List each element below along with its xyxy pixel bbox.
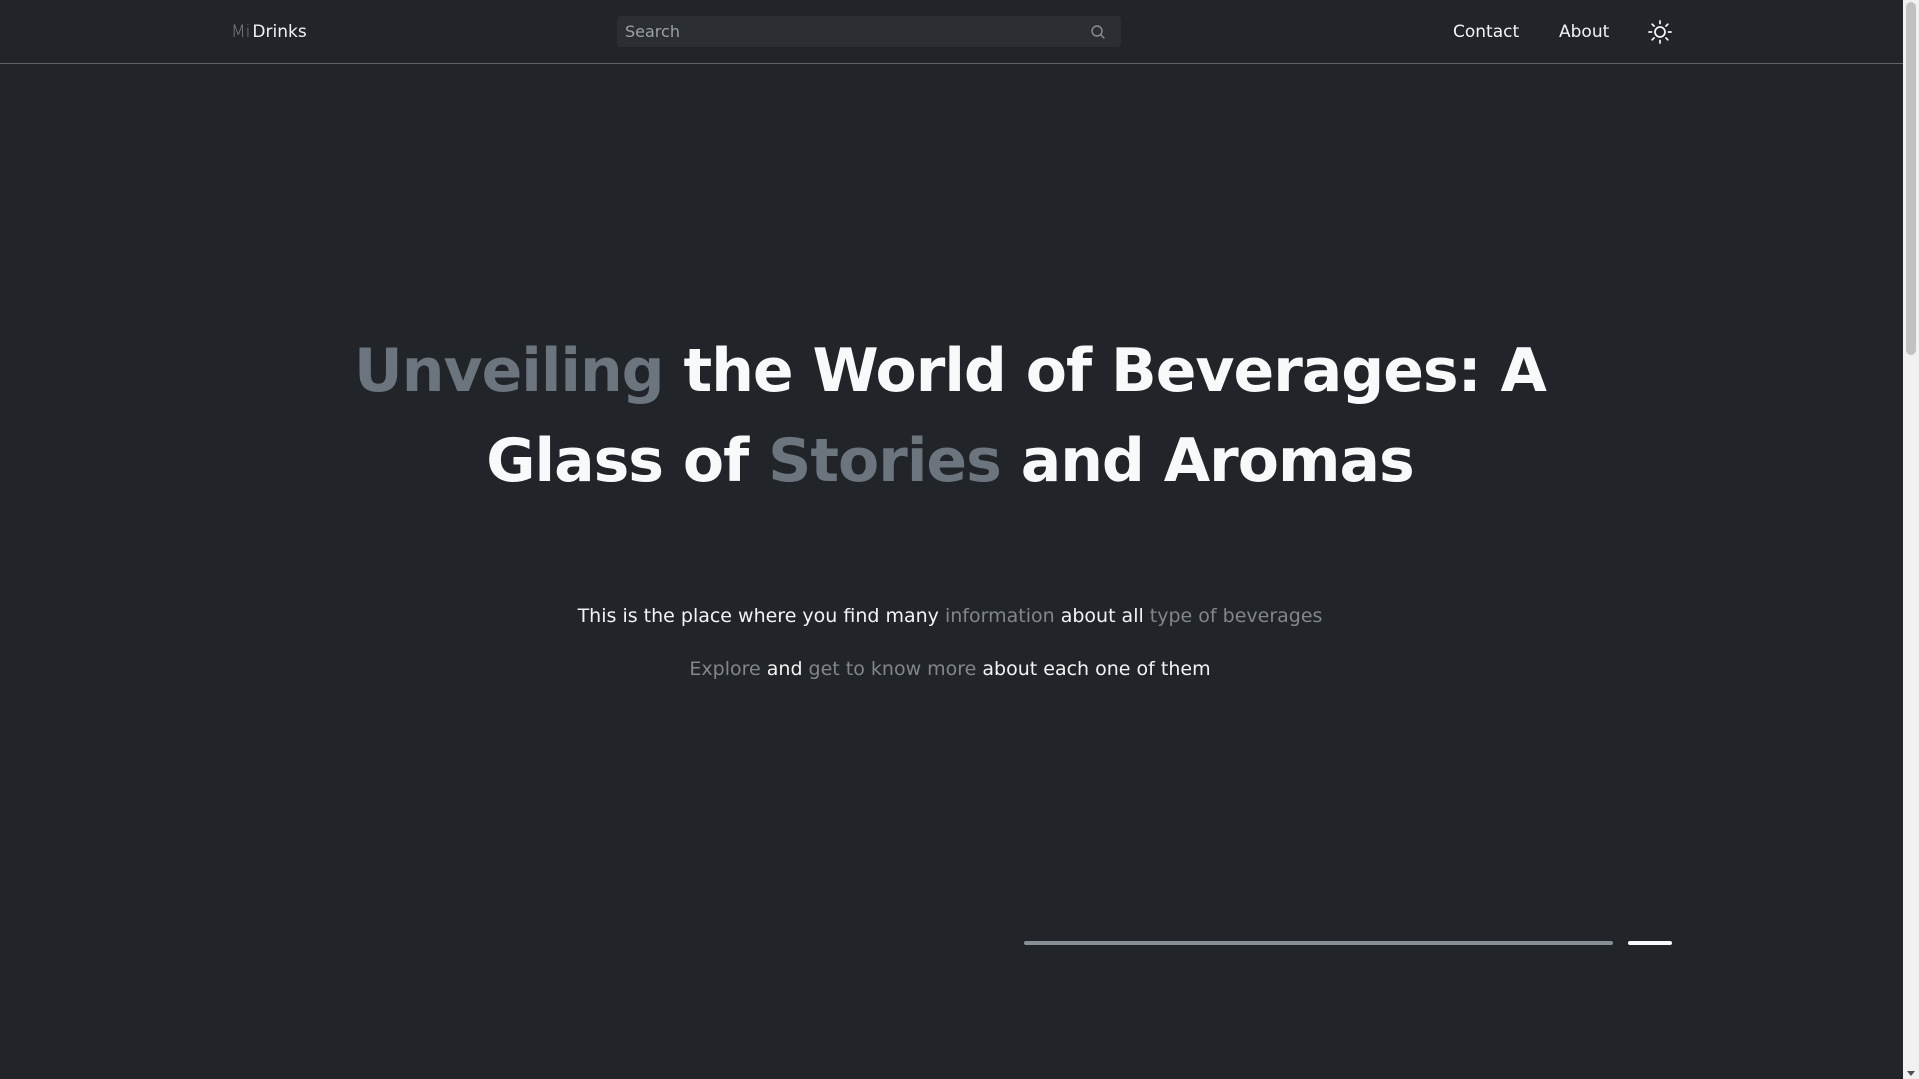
search-bar (617, 16, 1121, 47)
carousel-indicator-1[interactable] (1024, 941, 1613, 945)
scroll-down-arrow-icon[interactable] (1907, 1071, 1915, 1076)
search-input[interactable] (625, 16, 1065, 47)
subtitle-highlight: type of beverages (1149, 605, 1323, 627)
subtitle-text: and (760, 658, 809, 680)
subtitle-text: about each one of them (976, 658, 1211, 680)
subtitle-highlight: get to know more (808, 658, 977, 680)
page: MiDrinks Contact About (0, 0, 1919, 1079)
subtitle-highlight: Explore (689, 658, 761, 680)
page-scrollbar[interactable] (1903, 0, 1919, 1079)
subtitle-highlight: information (944, 605, 1055, 627)
subtitle-text: This is the place where you find many (577, 605, 945, 627)
brand-name: Drinks (252, 22, 307, 42)
subtitle-text: about all (1054, 605, 1150, 627)
hero-title: Unveiling the World of Beverages: A Glas… (300, 326, 1600, 506)
carousel-indicator-2-active[interactable] (1628, 941, 1672, 945)
hero-title-highlight-unveiling: Unveiling (354, 336, 665, 406)
nav-about-link[interactable]: About (1559, 20, 1609, 44)
hero-title-highlight-stories: Stories (768, 426, 1002, 496)
hero-subtitle-line-1: This is the place where you find many in… (350, 602, 1550, 630)
brand-prefix: Mi (231, 22, 251, 42)
scrollbar-thumb[interactable] (1906, 2, 1916, 355)
top-navbar: MiDrinks Contact About (0, 0, 1903, 64)
sun-icon[interactable] (1647, 19, 1673, 45)
hero-title-text-end: and Aromas (1000, 426, 1415, 496)
search-icon[interactable] (1090, 24, 1106, 40)
brand-logo[interactable]: Mi Drinks (231, 20, 307, 44)
hero-subtitle-line-2: Explore and get to know more about each … (350, 655, 1550, 683)
nav-contact-link[interactable]: Contact (1453, 20, 1519, 44)
